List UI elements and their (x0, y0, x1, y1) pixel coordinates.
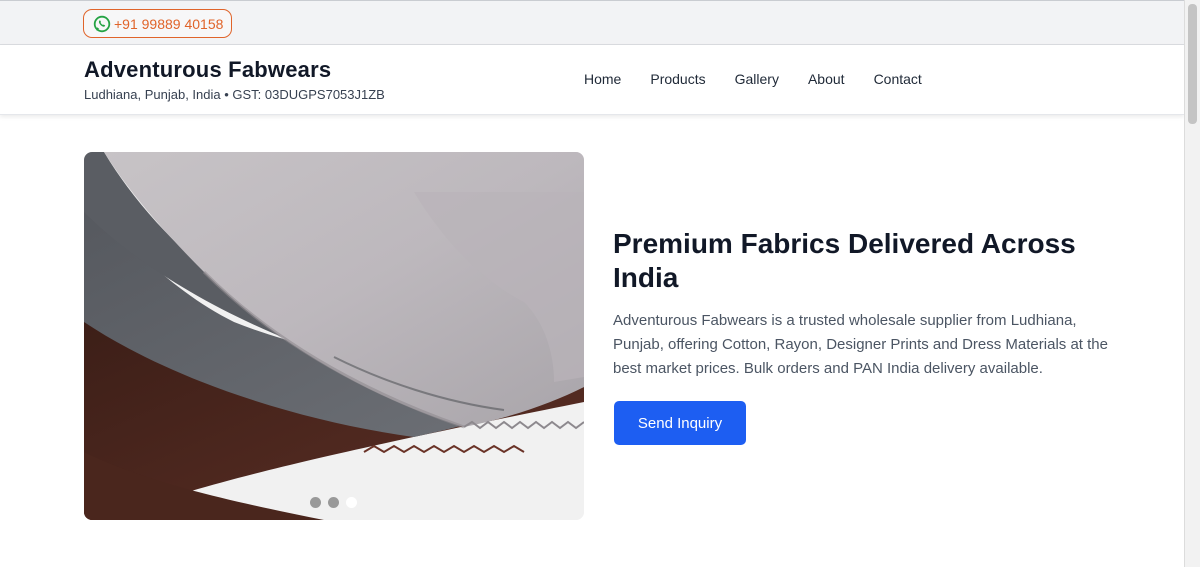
top-contact-bar: +91 99889 40158 (0, 0, 1200, 45)
nav-contact[interactable]: Contact (874, 71, 922, 87)
carousel-dot-1[interactable] (310, 497, 321, 508)
carousel-dots (310, 497, 357, 508)
whatsapp-number: +91 99889 40158 (114, 15, 224, 32)
hero-fabric-image (84, 152, 584, 520)
nav-about[interactable]: About (808, 71, 845, 87)
nav-gallery[interactable]: Gallery (735, 71, 779, 87)
brand-location-gst: Ludhiana, Punjab, India • GST: 03DUGPS70… (84, 87, 385, 102)
whatsapp-contact-button[interactable]: +91 99889 40158 (83, 9, 233, 38)
scrollbar[interactable] (1184, 0, 1200, 567)
nav-home[interactable]: Home (584, 71, 621, 87)
scrollbar-thumb[interactable] (1188, 4, 1197, 124)
carousel-dot-2[interactable] (328, 497, 339, 508)
site-header: Adventurous Fabwears Ludhiana, Punjab, I… (0, 45, 1184, 115)
hero-title: Premium Fabrics Delivered Across India (613, 228, 1076, 293)
hero-description: Adventurous Fabwears is a trusted wholes… (613, 312, 1108, 377)
carousel-dot-3[interactable] (346, 497, 357, 508)
main-nav: Home Products Gallery About Contact (584, 71, 922, 87)
nav-products[interactable]: Products (650, 71, 705, 87)
whatsapp-icon (93, 15, 111, 33)
send-inquiry-button[interactable]: Send Inquiry (614, 401, 746, 445)
brand-name[interactable]: Adventurous Fabwears (84, 57, 331, 83)
